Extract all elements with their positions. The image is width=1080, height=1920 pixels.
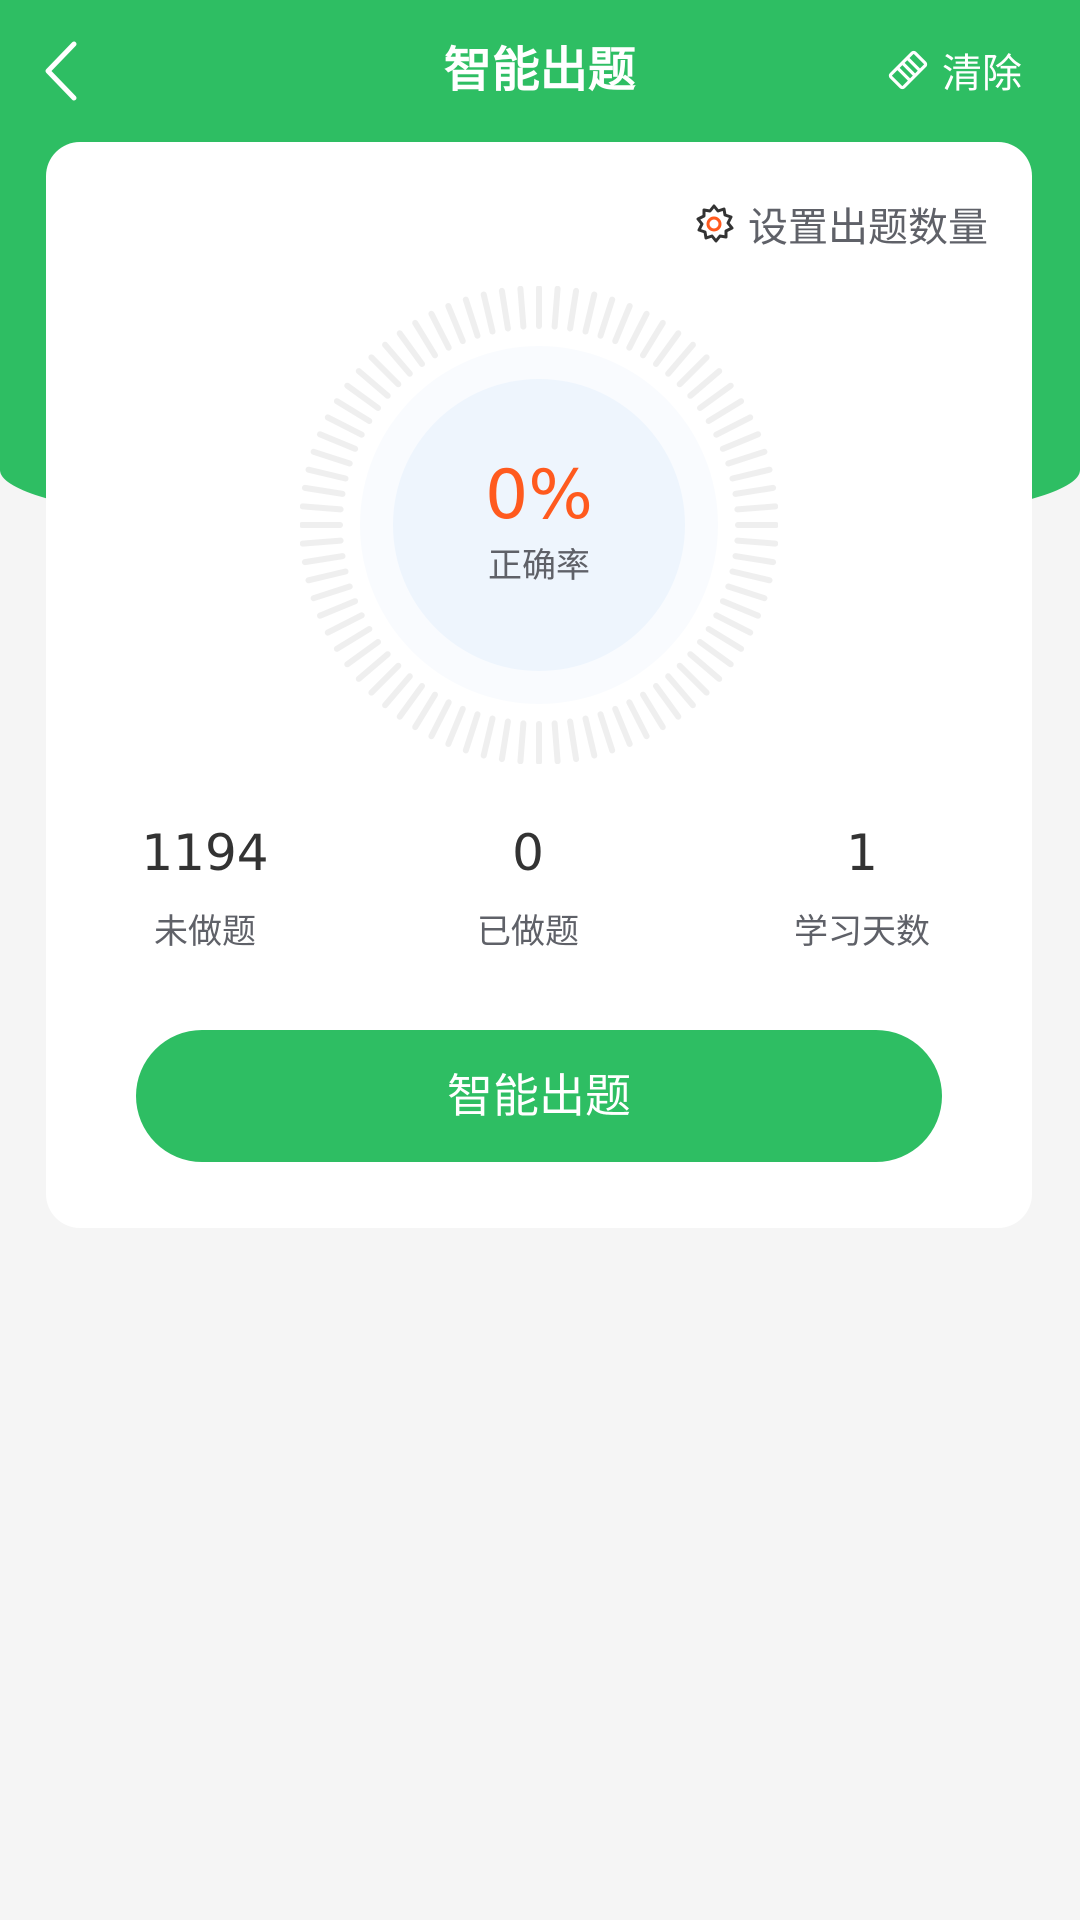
- stat-study-days: 1 学习天数: [752, 822, 972, 954]
- accuracy-gauge: 0% 正确率: [300, 286, 778, 764]
- smart-quiz-button[interactable]: 智能出题: [136, 1030, 942, 1162]
- stat-study-days-value: 1: [846, 824, 878, 882]
- stat-done-label: 已做题: [477, 912, 579, 952]
- stat-done-value: 0: [512, 824, 544, 882]
- eraser-icon: [888, 50, 928, 90]
- gear-icon: [696, 204, 734, 243]
- stat-study-days-label: 学习天数: [794, 912, 930, 952]
- accuracy-label: 正确率: [488, 546, 590, 586]
- settings-label: 设置出题数量: [748, 205, 988, 251]
- stat-undone-value: 1194: [141, 824, 269, 882]
- stat-undone-label: 未做题: [154, 912, 256, 952]
- clear-label: 清除: [942, 51, 1022, 97]
- stat-done: 0 已做题: [418, 822, 638, 954]
- set-question-count-button[interactable]: 设置出题数量: [692, 194, 988, 254]
- stat-undone: 1194 未做题: [95, 822, 315, 954]
- stats-card: 设置出题数量 0% 正确率 1194 未做题 0 已做题 1 学习天数 智能出题: [46, 142, 1032, 1228]
- clear-button[interactable]: 清除: [886, 40, 1022, 100]
- accuracy-value: 0%: [485, 456, 593, 535]
